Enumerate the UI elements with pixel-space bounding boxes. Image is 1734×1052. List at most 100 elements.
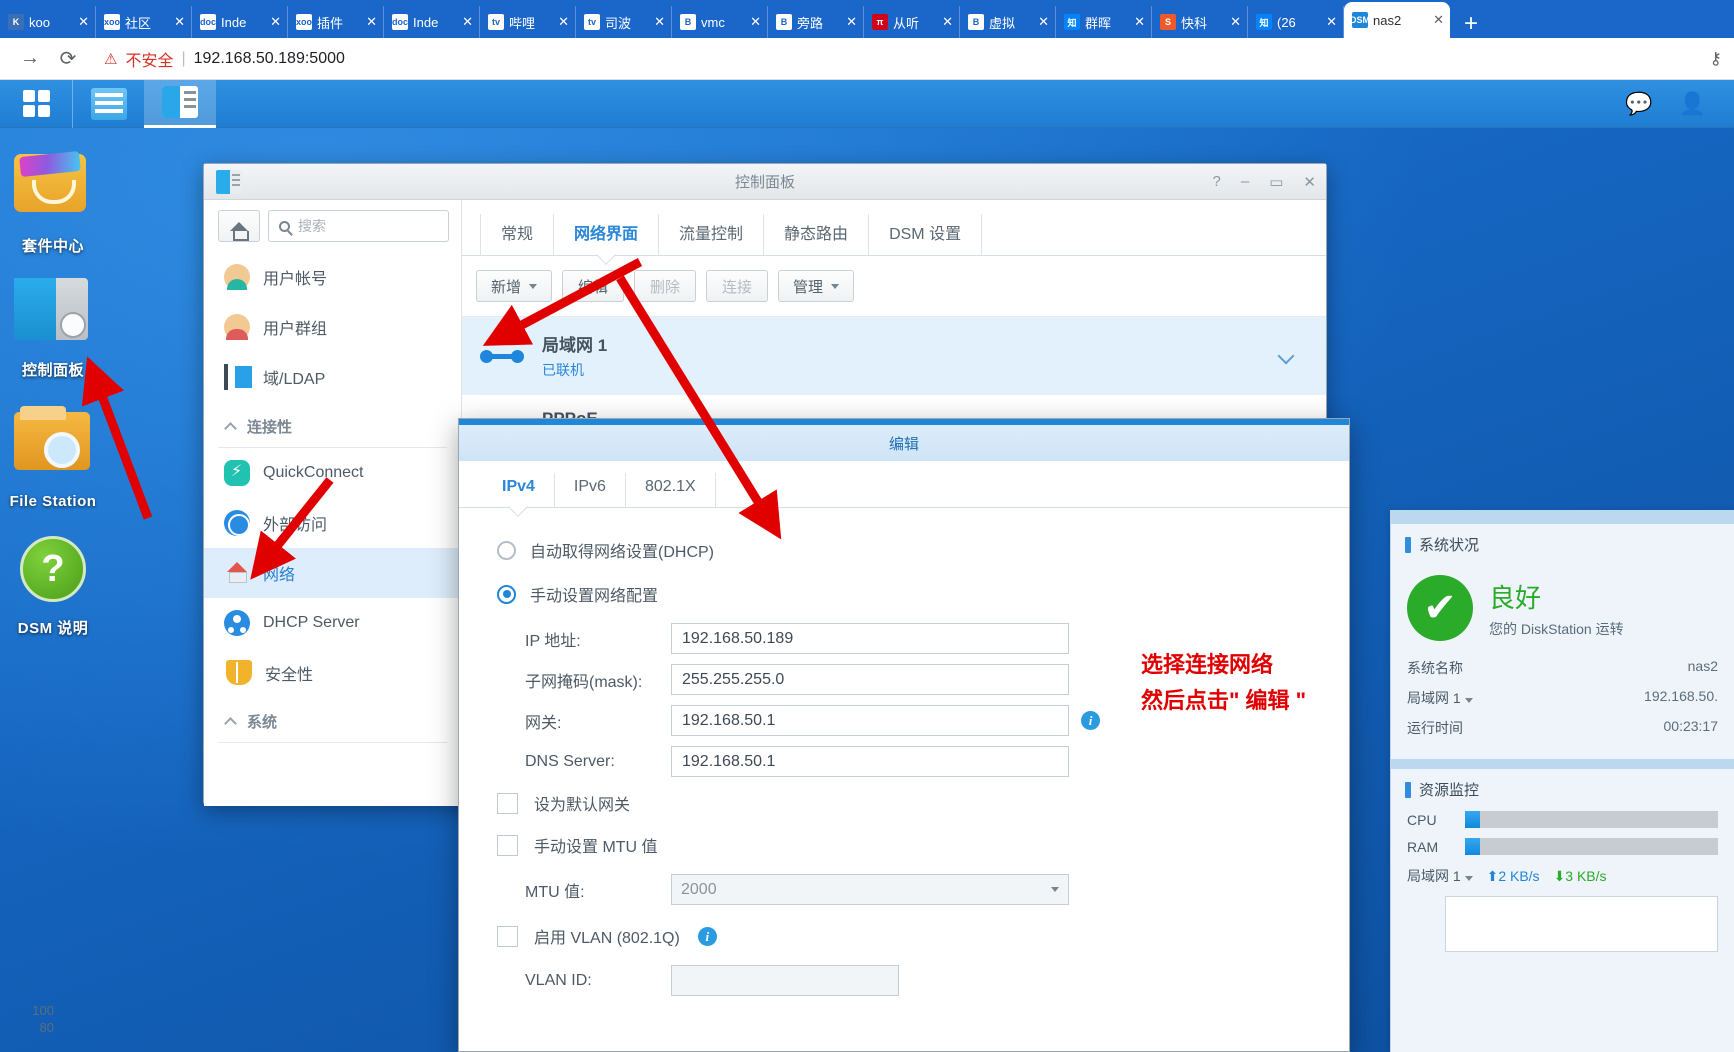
maximize-button[interactable]: ▭ (1269, 173, 1283, 191)
network-selector[interactable]: 局域网 1 (1407, 866, 1473, 886)
notifications-icon[interactable]: 💬 (1625, 91, 1652, 117)
system-health-description: 您的 DiskStation 运转 (1489, 620, 1624, 637)
close-icon[interactable]: ✕ (1230, 14, 1241, 30)
close-icon[interactable]: ✕ (750, 14, 761, 30)
radio-manual[interactable]: 手动设置网络配置 (483, 574, 1349, 618)
gateway-input[interactable]: 192.168.50.1 (671, 705, 1069, 736)
sidebar-item-用户群组[interactable]: 用户群组 (204, 302, 461, 352)
info-icon[interactable]: i (697, 926, 717, 946)
close-icon[interactable]: ✕ (1326, 14, 1337, 30)
tab-静态路由[interactable]: 静态路由 (764, 214, 870, 255)
browser-tab[interactable]: Bvmc ✕ (672, 6, 768, 38)
browser-tab[interactable]: S 快科 ✕ (1152, 6, 1248, 38)
checkbox-enable-vlan[interactable]: 启用 VLAN (802.1Q) i (483, 910, 1349, 957)
browser-tab[interactable]: tv 司波 ✕ (576, 6, 672, 38)
window-buttons: ? – ▭ ✕ (1213, 173, 1316, 191)
browser-tab[interactable]: Kkoo ✕ (0, 6, 96, 38)
browser-tab[interactable]: doc Inde ✕ (192, 6, 288, 38)
close-icon[interactable]: ✕ (942, 14, 953, 30)
close-icon[interactable]: ✕ (174, 14, 185, 30)
browser-tab[interactable]: DSM nas2 ✕ (1344, 2, 1450, 38)
sidebar-item-安全性[interactable]: 安全性 (204, 648, 461, 697)
close-icon[interactable]: ✕ (558, 14, 569, 30)
sidebar-item-域/LDAP[interactable]: 域/LDAP (204, 352, 461, 402)
ip-address-input[interactable]: 192.168.50.189 (671, 623, 1069, 654)
tab-DSM 设置[interactable]: DSM 设置 (869, 214, 983, 255)
desktop-icon-control-panel[interactable]: 控制面板 (0, 270, 128, 380)
toolbar-button-新增[interactable]: 新增 (476, 270, 553, 302)
dialog-tab-IPv4[interactable]: IPv4 (483, 473, 555, 507)
desktop-icon-label: DSM 说明 (17, 620, 89, 637)
tab-常规[interactable]: 常规 (480, 214, 555, 255)
user-icon[interactable]: 👤 (1679, 91, 1706, 117)
browser-tab[interactable]: xoo 插件 ✕ (288, 6, 384, 38)
taskbar-app-control-panel[interactable] (144, 80, 216, 128)
desktop-icon-dsm-help[interactable]: ? DSM 说明 (0, 532, 128, 638)
key-icon[interactable]: ⚷ (1710, 49, 1722, 69)
toolbar-button-删除: 删除 (634, 270, 697, 302)
home-button[interactable] (218, 210, 260, 242)
close-icon[interactable]: ✕ (1038, 14, 1049, 30)
close-icon[interactable]: ✕ (1134, 14, 1145, 30)
browser-tab[interactable]: 知群晖 ✕ (1056, 6, 1152, 38)
tab-favicon-icon: S (1160, 14, 1176, 30)
control-panel-titlebar[interactable]: 控制面板 ? – ▭ ✕ (204, 164, 1326, 200)
sidebar-item-外部访问[interactable]: 外部访问 (204, 498, 461, 548)
main-menu-button[interactable] (0, 80, 72, 128)
help-button[interactable]: ? (1213, 173, 1221, 190)
sidebar-item-DHCP Server[interactable]: DHCP Server (204, 598, 461, 648)
close-button[interactable]: ✕ (1303, 173, 1316, 191)
close-icon[interactable]: ✕ (846, 14, 857, 30)
sidebar-group-系统[interactable]: 系统 (204, 697, 461, 742)
radio-dhcp[interactable]: 自动取得网络设置(DHCP) (483, 530, 1349, 574)
close-icon[interactable]: ✕ (78, 14, 89, 30)
reload-icon[interactable]: ⟳ (56, 46, 80, 71)
close-icon[interactable]: ✕ (462, 14, 473, 30)
tab-流量控制[interactable]: 流量控制 (659, 214, 765, 255)
close-icon[interactable]: ✕ (366, 14, 377, 30)
dialog-tab-802.1X[interactable]: 802.1X (626, 473, 716, 507)
sidebar-item-用户帐号[interactable]: 用户帐号 (204, 252, 461, 302)
browser-tab[interactable]: doc Inde ✕ (384, 6, 480, 38)
sidebar-item-网络[interactable]: 网络 (204, 548, 461, 598)
dsm-taskbar: 💬 👤 (0, 80, 1734, 128)
close-icon[interactable]: ✕ (270, 14, 281, 30)
desktop-icon-file-station[interactable]: File Station (0, 402, 128, 510)
minimize-button[interactable]: – (1241, 173, 1249, 190)
sidebar-item-QuickConnect[interactable]: QuickConnect (204, 448, 461, 498)
dns-server-input[interactable]: 192.168.50.1 (671, 746, 1069, 777)
new-tab-button[interactable]: + (1450, 12, 1492, 38)
row-label[interactable]: 局域网 1 (1407, 688, 1473, 708)
browser-tab[interactable]: B 虚拟 ✕ (960, 6, 1056, 38)
dialog-tab-IPv6[interactable]: IPv6 (555, 473, 626, 507)
forward-icon[interactable]: → (18, 47, 42, 70)
browser-tab[interactable]: tv 哔哩 ✕ (480, 6, 576, 38)
tab-网络界面[interactable]: 网络界面 (554, 214, 660, 255)
checkbox-manual-mtu[interactable]: 手动设置 MTU 值 (483, 824, 1349, 866)
search-input[interactable]: 搜索 (268, 210, 449, 242)
taskbar-right-icons: 💬 👤 (1625, 91, 1734, 117)
checkbox-default-gateway[interactable]: 设为默认网关 (483, 782, 1349, 824)
sidebar-group-连接性[interactable]: 连接性 (204, 402, 461, 447)
close-icon[interactable]: ✕ (654, 14, 665, 30)
toolbar-button-管理[interactable]: 管理 (778, 270, 855, 302)
toolbar-button-label: 新增 (491, 278, 522, 296)
info-icon[interactable]: i (1081, 711, 1100, 730)
subnet-mask-input[interactable]: 255.255.255.0 (671, 664, 1069, 695)
search-placeholder: 搜索 (298, 218, 326, 234)
toolbar-button-编辑[interactable]: 编辑 (562, 270, 625, 302)
close-icon[interactable]: ✕ (1433, 12, 1444, 28)
network-interface-row[interactable]: 局域网 1 已联机 (462, 317, 1326, 395)
browser-tab[interactable]: B 旁路 ✕ (768, 6, 864, 38)
divider (218, 742, 447, 743)
vlan-id-input[interactable] (671, 965, 899, 996)
browser-tab[interactable]: 知 (26 ✕ (1248, 6, 1344, 38)
field-dns-server: DNS Server: 192.168.50.1 (483, 741, 1349, 782)
mtu-select[interactable]: 2000 (671, 874, 1069, 905)
desktop-icon-package-center[interactable]: 套件中心 (0, 140, 128, 256)
taskbar-app-switch[interactable] (72, 80, 144, 128)
address-bar[interactable]: ⚠ 不安全 | 192.168.50.189:5000 (104, 45, 1696, 73)
browser-tab[interactable]: π 从听 ✕ (864, 6, 960, 38)
browser-tab[interactable]: xoo 社区 ✕ (96, 6, 192, 38)
chevron-down-icon[interactable] (1277, 347, 1295, 364)
